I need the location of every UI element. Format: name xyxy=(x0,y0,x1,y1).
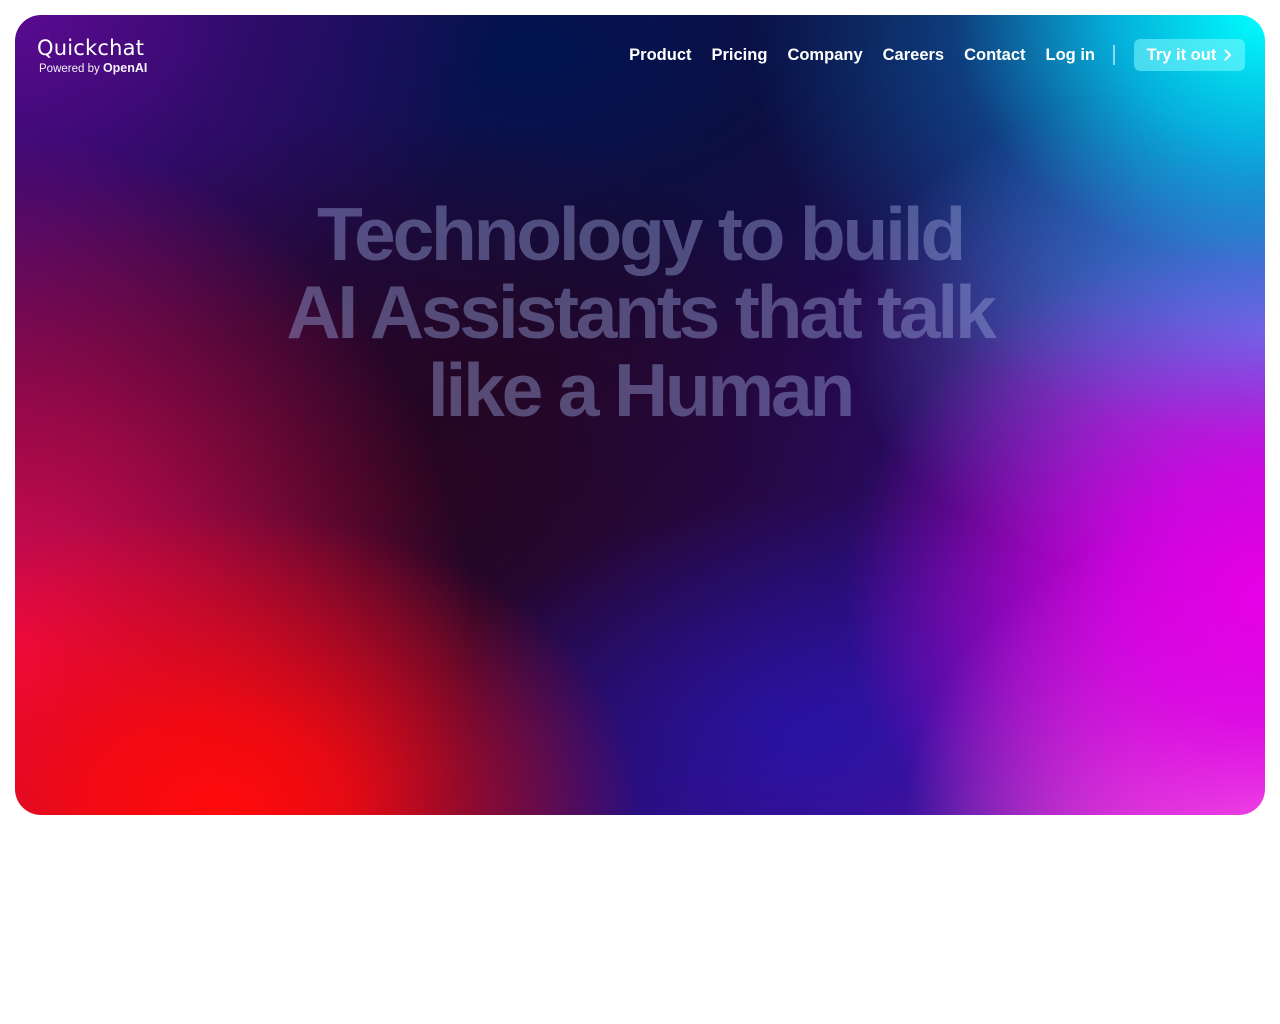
powered-by-text: Powered by xyxy=(39,63,100,75)
hero-headline: Technology to build AI Assistants that t… xyxy=(15,195,1265,429)
nav-log-in[interactable]: Log in xyxy=(1046,45,1095,65)
openai-text: OpenAI xyxy=(102,61,148,75)
headline-line-1: Technology to build xyxy=(316,192,966,276)
nav-pricing[interactable]: Pricing xyxy=(712,45,768,65)
logo-tagline: Powered by OpenAI xyxy=(39,61,147,76)
nav-careers[interactable]: Careers xyxy=(883,45,944,65)
nav-contact[interactable]: Contact xyxy=(964,45,1025,65)
headline-line-2: AI Assistants that talk xyxy=(286,270,996,354)
try-it-out-label: Try it out xyxy=(1146,45,1217,64)
logo[interactable]: Quickchat Powered by OpenAI xyxy=(37,35,147,76)
logo-wordmark: Quickchat xyxy=(37,36,145,60)
nav-product[interactable]: Product xyxy=(629,45,691,65)
nav-company[interactable]: Company xyxy=(787,45,862,65)
headline-line-3: like a Human xyxy=(427,348,855,432)
main-nav: Product Pricing Company Careers Contact … xyxy=(629,45,1095,65)
chevron-right-icon xyxy=(1224,49,1232,61)
try-it-out-button[interactable]: Try it out xyxy=(1134,39,1245,71)
hero-section: Quickchat Powered by OpenAI Product Pric… xyxy=(15,15,1265,815)
nav-divider xyxy=(1113,45,1115,65)
